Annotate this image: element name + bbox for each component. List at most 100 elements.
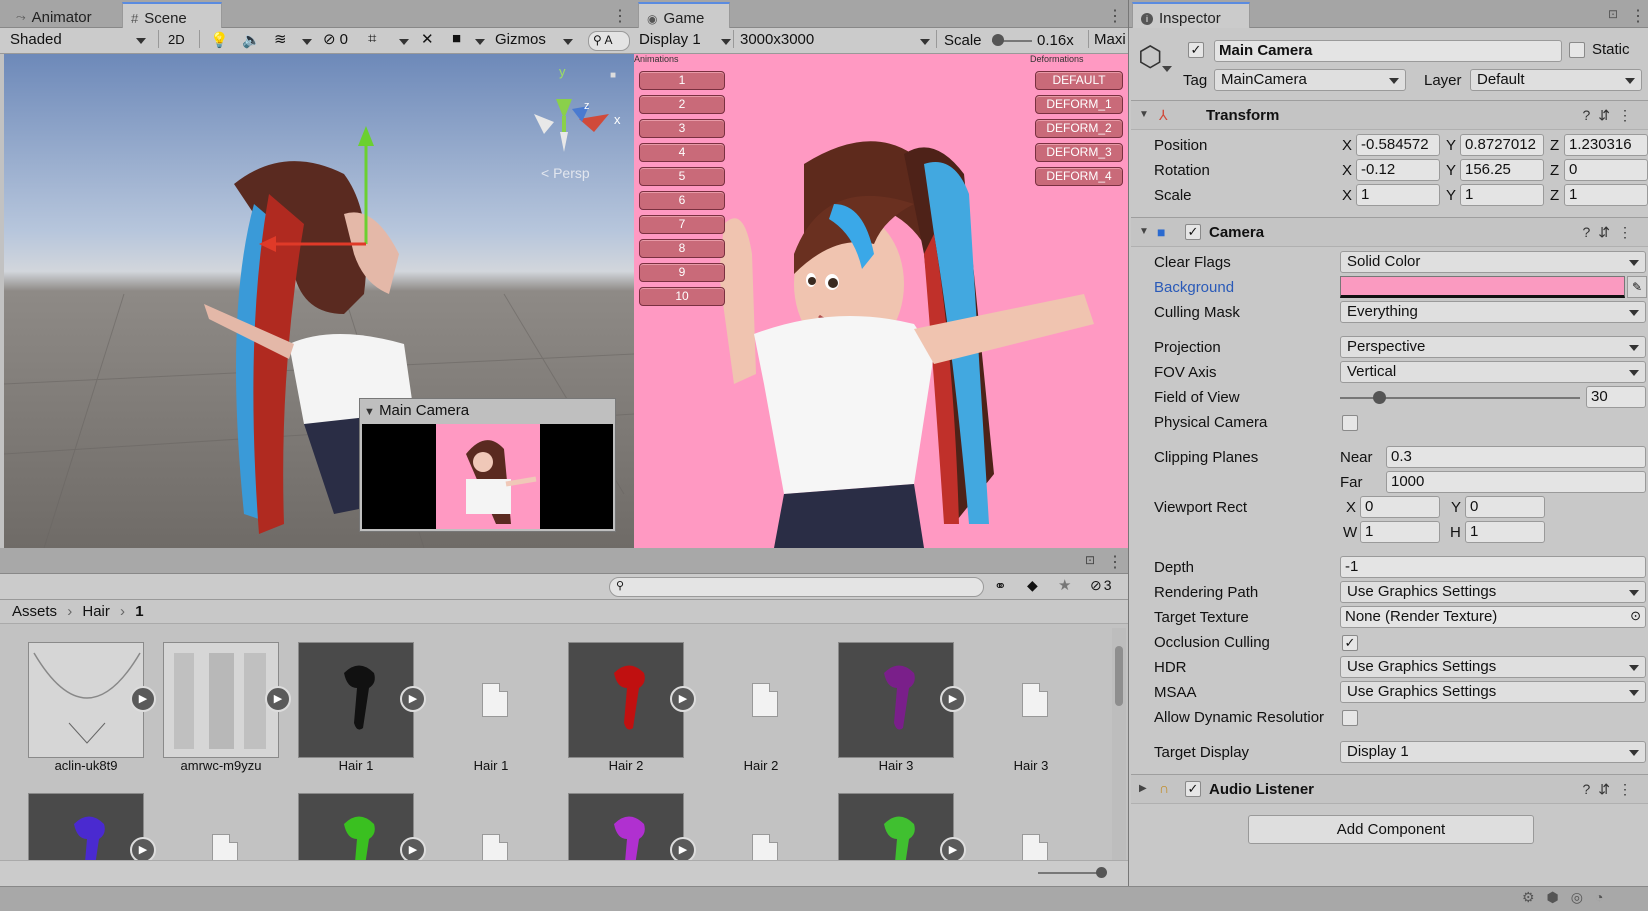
status-icons[interactable]: ⚙⬢◎◔	[1522, 889, 1615, 906]
physical-camera-checkbox[interactable]	[1342, 415, 1358, 431]
favorites-star-icon[interactable]: ★	[1058, 576, 1071, 594]
animation-button[interactable]: 4	[639, 143, 725, 162]
project-menu-icon[interactable]: ⋮	[1107, 552, 1123, 572]
active-checkbox[interactable]: ✓	[1188, 42, 1204, 58]
breadcrumb-assets[interactable]: Assets	[12, 603, 57, 620]
breadcrumb-hair[interactable]: Hair	[82, 603, 110, 620]
depth-field[interactable]: -1	[1340, 556, 1646, 578]
search-by-type-icon[interactable]: ⚭	[994, 577, 1007, 595]
vp-y-field[interactable]: 0	[1465, 496, 1545, 518]
vp-x-field[interactable]: 0	[1360, 496, 1440, 518]
scene-search-input[interactable]: ⚲ A	[588, 31, 630, 51]
play-arrow-icon[interactable]: ▶	[400, 837, 426, 860]
tab-animator[interactable]: ⤳ Animator	[8, 2, 102, 28]
effects-dropdown-icon[interactable]	[302, 39, 312, 45]
game-menu-icon[interactable]: ⋮	[1107, 6, 1123, 26]
asset-item[interactable]	[163, 793, 293, 860]
asset-item[interactable]	[703, 793, 833, 860]
transform-header[interactable]: ▼ ⅄ Transform ?⇵⋮	[1131, 100, 1648, 130]
position-z-field[interactable]: 1.230316	[1564, 134, 1648, 156]
deform-button[interactable]: DEFORM_4	[1035, 167, 1123, 186]
animation-button[interactable]: 5	[639, 167, 725, 186]
tab-scene[interactable]: # Scene	[122, 2, 222, 28]
lock-icon[interactable]: ■	[610, 70, 616, 81]
add-component-button[interactable]: Add Component	[1248, 815, 1534, 844]
audio-listener-checkbox[interactable]: ✓	[1185, 781, 1201, 797]
animation-button[interactable]: 6	[639, 191, 725, 210]
asset-item[interactable]: ▶	[298, 793, 428, 860]
target-texture-field[interactable]: None (Render Texture) ⊙	[1340, 606, 1646, 628]
asset-item[interactable]: ▶ aclin-uk8t9	[28, 642, 158, 782]
animation-button[interactable]: 3	[639, 119, 725, 138]
icon-dropdown-icon[interactable]	[1162, 66, 1172, 72]
hidden-objects-icon[interactable]: ⊘ 0	[323, 30, 348, 48]
scale-x-field[interactable]: 1	[1356, 184, 1440, 206]
camera-dropdown-icon[interactable]	[475, 39, 485, 45]
vp-h-field[interactable]: 1	[1465, 521, 1545, 543]
animation-button[interactable]: 8	[639, 239, 725, 258]
asset-item[interactable]	[973, 793, 1103, 860]
tag-dropdown[interactable]: MainCamera	[1214, 69, 1406, 91]
rendering-path-dropdown[interactable]: Use Graphics Settings	[1340, 581, 1646, 603]
animation-button[interactable]: 10	[639, 287, 725, 306]
gizmos-dropdown[interactable]: Gizmos	[495, 31, 546, 48]
audio-icon[interactable]: 🔈	[242, 31, 261, 49]
eyedropper-icon[interactable]: ✎	[1627, 276, 1647, 298]
animation-button[interactable]: 1	[639, 71, 725, 90]
game-view[interactable]: Animations Deformations 1 2 3 4 5 6 7 8 9 10 DEFA…	[634, 54, 1128, 548]
animation-button[interactable]: 9	[639, 263, 725, 282]
fov-field[interactable]: 30	[1586, 386, 1646, 408]
breadcrumb-current[interactable]: 1	[135, 603, 143, 620]
assets-scrollbar[interactable]	[1112, 628, 1126, 860]
asset-item[interactable]: Hair 1	[433, 642, 563, 782]
rotation-z-field[interactable]: 0	[1564, 159, 1648, 181]
clear-flags-dropdown[interactable]: Solid Color	[1340, 251, 1646, 273]
play-arrow-icon[interactable]: ▶	[670, 837, 696, 860]
camera-header[interactable]: ▼ ■ ✓ Camera ?⇵⋮	[1131, 217, 1648, 247]
far-field[interactable]: 1000	[1386, 471, 1646, 493]
search-by-label-icon[interactable]: ◆	[1027, 577, 1038, 594]
asset-item[interactable]: Hair 2	[703, 642, 833, 782]
play-arrow-icon[interactable]: ▶	[670, 686, 696, 712]
camera-enabled-checkbox[interactable]: ✓	[1185, 224, 1201, 240]
asset-item[interactable]: ▶	[568, 793, 698, 860]
lighting-icon[interactable]: 💡	[210, 31, 229, 49]
fov-slider-thumb[interactable]	[1373, 391, 1387, 404]
msaa-dropdown[interactable]: Use Graphics Settings	[1340, 681, 1646, 703]
scene-menu-icon[interactable]: ⋮	[612, 6, 628, 26]
scale-slider-thumb[interactable]	[992, 34, 1004, 46]
object-name-field[interactable]: Main Camera	[1214, 40, 1562, 62]
deform-button[interactable]: DEFORM_3	[1035, 143, 1123, 162]
tab-game[interactable]: ◉ Game	[638, 2, 730, 28]
deform-button[interactable]: DEFAULT	[1035, 71, 1123, 90]
project-search-input[interactable]: ⚲	[609, 577, 984, 597]
layer-dropdown[interactable]: Default	[1470, 69, 1642, 91]
scale-z-field[interactable]: 1	[1564, 184, 1648, 206]
play-arrow-icon[interactable]: ▶	[940, 837, 966, 860]
asset-item[interactable]: ▶ Hair 3	[838, 642, 968, 782]
scale-y-field[interactable]: 1	[1460, 184, 1544, 206]
inspector-lock-icon[interactable]: ⊡	[1608, 7, 1618, 21]
static-checkbox[interactable]	[1569, 42, 1585, 58]
asset-item[interactable]: ▶	[28, 793, 158, 860]
animation-button[interactable]: 2	[639, 95, 725, 114]
deform-button[interactable]: DEFORM_2	[1035, 119, 1123, 138]
play-arrow-icon[interactable]: ▶	[400, 686, 426, 712]
asset-item[interactable]: ▶ amrwc-m9yzu	[163, 642, 293, 782]
deform-button[interactable]: DEFORM_1	[1035, 95, 1123, 114]
camera-icon[interactable]: ■	[452, 30, 461, 47]
grid-snap-icon[interactable]: ⌗	[368, 30, 376, 47]
position-y-field[interactable]: 0.8727012	[1460, 134, 1544, 156]
2d-toggle[interactable]: 2D	[168, 32, 185, 47]
effects-icon[interactable]: ≋	[274, 30, 287, 48]
gizmos-dropdown-icon[interactable]	[563, 39, 573, 45]
play-arrow-icon[interactable]: ▶	[940, 686, 966, 712]
target-display-dropdown[interactable]: Display 1	[1340, 741, 1646, 763]
grid-dropdown-icon[interactable]	[399, 39, 409, 45]
hidden-packages-icon[interactable]: ⊘ 3	[1090, 577, 1112, 594]
asset-item[interactable]	[433, 793, 563, 860]
rotation-x-field[interactable]: -0.12	[1356, 159, 1440, 181]
asset-item[interactable]: Hair 3	[973, 642, 1103, 782]
vp-w-field[interactable]: 1	[1360, 521, 1440, 543]
resolution-dropdown[interactable]: 3000x3000	[740, 31, 932, 48]
